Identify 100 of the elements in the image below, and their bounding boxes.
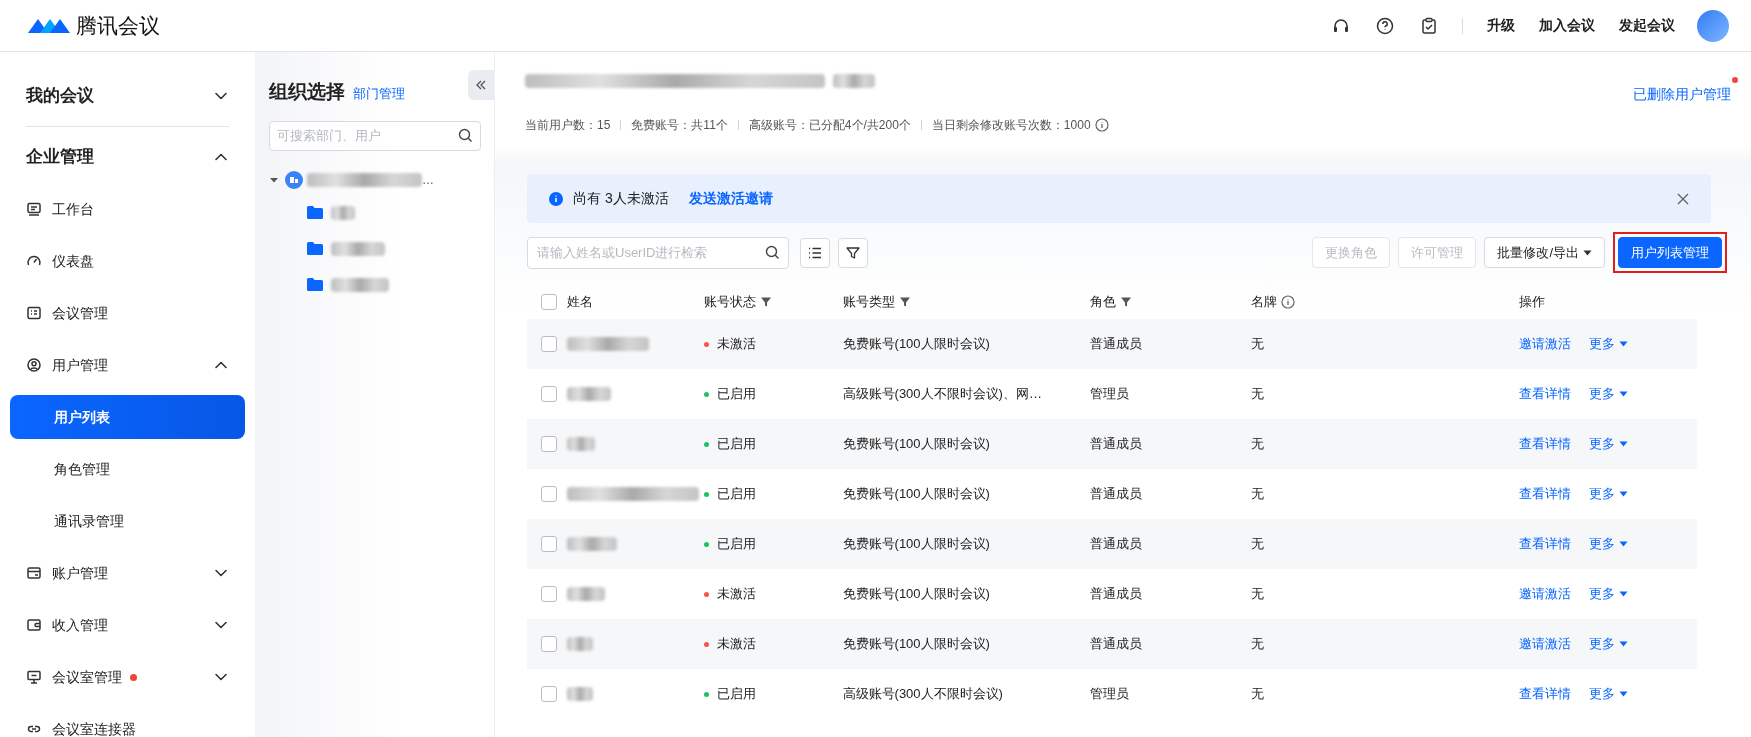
list-icon (808, 246, 822, 259)
sidebar-section[interactable]: 我的会议 (10, 70, 245, 122)
more-link[interactable]: 更多 (1588, 484, 1628, 504)
checkbox[interactable] (541, 536, 557, 552)
action-link[interactable]: 邀请激活 (1518, 334, 1571, 354)
table-cell: 普通成员 (1090, 336, 1143, 352)
sidebar-item[interactable]: 通讯录管理 (10, 499, 245, 543)
redacted-name (567, 587, 605, 601)
sidebar-item[interactable]: 会议管理 (10, 287, 245, 339)
table-cell: 无 (1250, 586, 1264, 602)
sidebar-section[interactable]: 企业管理 (10, 131, 245, 183)
table-cell: 无 (1250, 486, 1264, 502)
table-cell: 无 (1250, 686, 1264, 702)
avatar[interactable] (1697, 9, 1729, 42)
sidebar-item[interactable]: 角色管理 (10, 447, 245, 491)
checkbox[interactable] (541, 436, 557, 452)
table-cell: 无 (1250, 336, 1264, 352)
list-view-button[interactable] (800, 237, 830, 268)
table-cell-text: 未激活 (716, 635, 756, 654)
action-link[interactable]: 查看详情 (1518, 384, 1571, 404)
filter-button[interactable] (838, 237, 868, 268)
table-cell: 无 (1250, 536, 1264, 552)
action-link[interactable]: 查看详情 (1518, 684, 1571, 704)
checkbox[interactable] (541, 586, 557, 602)
table-cell-text: 已启用 (716, 685, 756, 704)
checkbox[interactable] (541, 294, 557, 310)
sidebar-item[interactable]: 用户管理 (10, 339, 245, 391)
more-link[interactable]: 更多 (1588, 384, 1628, 404)
collapse-button[interactable] (468, 70, 494, 100)
more-link[interactable]: 更多 (1588, 584, 1628, 604)
more-link[interactable]: 更多 (1588, 334, 1628, 354)
app-name: 腾讯会议 (76, 12, 160, 39)
checkbox[interactable] (541, 336, 557, 352)
more-link[interactable]: 更多 (1588, 684, 1628, 704)
sidebar-item[interactable]: 工作台 (10, 183, 245, 235)
search-field[interactable]: 可搜索部门、用户 (269, 120, 481, 151)
sidebar-item[interactable]: 用户列表 (10, 395, 245, 439)
deleted-users-link[interactable]: 已删除用户管理 (1633, 84, 1731, 104)
filter-icon[interactable] (759, 296, 772, 308)
more-link[interactable]: 更多 (1588, 534, 1628, 554)
user-circle-icon (26, 357, 42, 373)
table-cell: 普通成员 (1090, 536, 1143, 552)
action-link[interactable]: 查看详情 (1518, 484, 1571, 504)
caret-icon (1618, 491, 1628, 497)
sidebar-item[interactable]: 会议室管理 (10, 651, 245, 703)
redacted-text (833, 74, 875, 88)
caret-icon (1583, 249, 1592, 256)
header-link[interactable]: 加入会议 (1539, 15, 1595, 36)
sidebar-item[interactable]: 收入管理 (10, 599, 245, 651)
table-cell: 管理员 (1090, 686, 1130, 702)
column-header: 名牌 (1250, 293, 1277, 312)
info-icon (549, 191, 563, 206)
table-cell: 免费账号(100人限时会议) (842, 586, 990, 602)
folder-icon (307, 242, 323, 255)
table-cell: 免费账号(100人限时会议) (842, 636, 990, 652)
table-cell-text: 未激活 (716, 335, 756, 354)
action-link[interactable]: 邀请激活 (1518, 634, 1571, 654)
action-link[interactable]: 查看详情 (1518, 534, 1571, 554)
more-link[interactable]: 更多 (1588, 434, 1628, 454)
caret-icon (1618, 691, 1628, 697)
presentation-icon (26, 669, 42, 685)
search-icon (458, 127, 473, 143)
more-link[interactable]: 更多 (1588, 634, 1628, 654)
checkbox[interactable] (541, 386, 557, 402)
column-header: 账号状态 (703, 293, 756, 312)
banner-text: 尚有 3人未激活 (573, 189, 669, 208)
dropdown-button[interactable]: 批量修改/导出 (1484, 237, 1605, 268)
search-field[interactable]: 请输入姓名或UserID进行检索 (527, 236, 789, 269)
checkbox[interactable] (541, 486, 557, 502)
panel-title: 组织选择 (269, 80, 345, 104)
headset-icon[interactable] (1332, 16, 1350, 35)
table-cell: 无 (1250, 386, 1264, 402)
checkbox[interactable] (541, 636, 557, 652)
table-cell: 免费账号(100人限时会议) (842, 486, 990, 502)
stat-text: 当前用户数：15 (525, 117, 611, 134)
sidebar-item[interactable]: 会议室连接器 (10, 703, 245, 737)
sidebar-item[interactable]: 仪表盘 (10, 235, 245, 287)
filter-icon[interactable] (898, 296, 911, 308)
table-cell: 普通成员 (1090, 486, 1143, 502)
redacted-name (567, 437, 595, 451)
monitor-icon (26, 201, 42, 217)
close-icon[interactable] (1677, 192, 1689, 205)
action-link[interactable]: 查看详情 (1518, 434, 1571, 454)
sidebar-item[interactable]: 账户管理 (10, 547, 245, 599)
checkbox[interactable] (541, 686, 557, 702)
truncation-mark: … (422, 171, 434, 189)
action-link[interactable]: 邀请激活 (1518, 584, 1571, 604)
header-link[interactable]: 发起会议 (1619, 15, 1675, 36)
header-link[interactable]: 升级 (1487, 15, 1515, 36)
filter-icon[interactable] (1120, 296, 1133, 308)
action-button[interactable]: 用户列表管理 (1618, 237, 1722, 268)
clipboard-icon[interactable] (1420, 16, 1438, 35)
wallet-icon (26, 617, 42, 633)
department-link[interactable]: 部门管理 (353, 84, 405, 104)
send-invitation-link[interactable]: 发送激活邀请 (688, 188, 773, 209)
double-chevron-left-icon (475, 79, 487, 91)
help-icon[interactable] (1376, 16, 1394, 35)
table-cell-text: 已启用 (716, 435, 756, 454)
caret-icon (1618, 541, 1628, 547)
redacted-text (331, 277, 389, 292)
